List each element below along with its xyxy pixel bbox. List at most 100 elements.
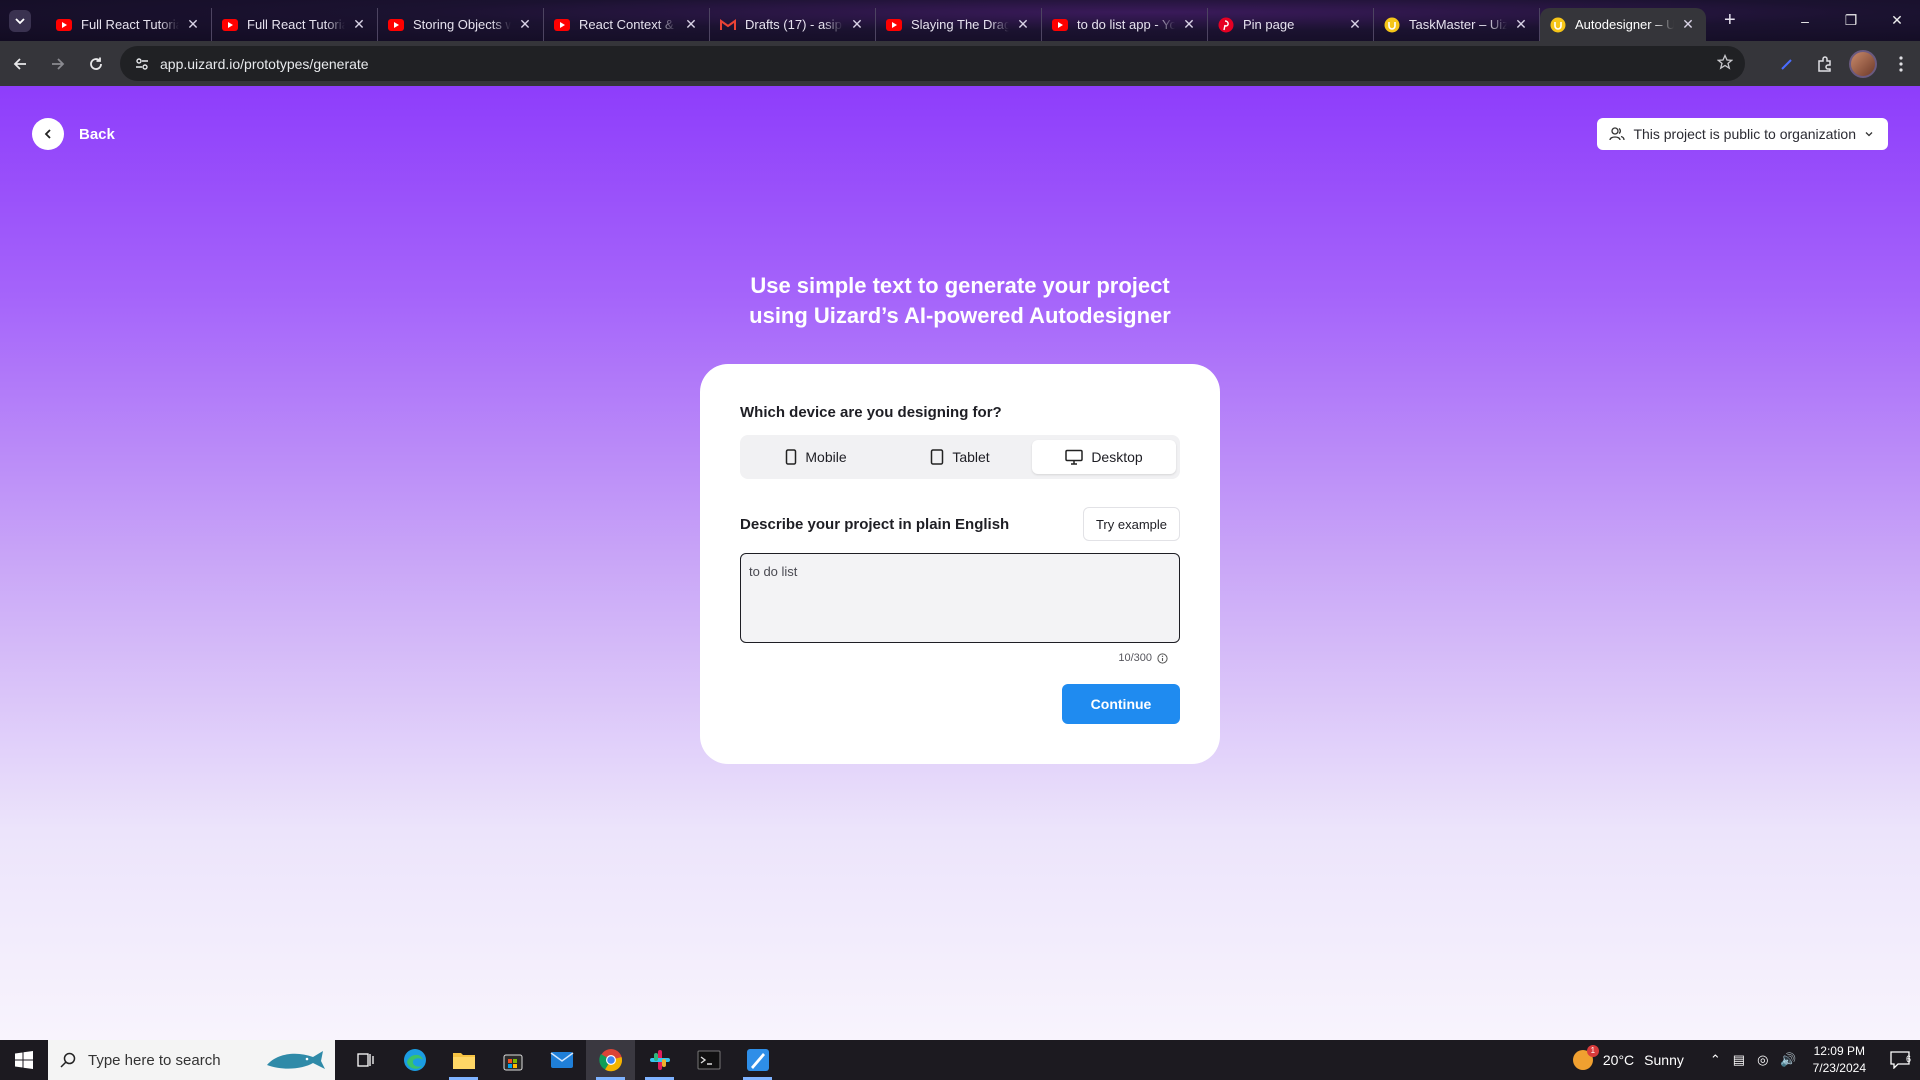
volume-icon[interactable]: 🔊 xyxy=(1780,1052,1796,1068)
notification-count: 6 xyxy=(1905,1054,1911,1064)
taskbar-search[interactable]: Type here to search xyxy=(48,1040,335,1080)
network-icon[interactable]: ◎ xyxy=(1757,1052,1768,1068)
notification-center-button[interactable]: 6 xyxy=(1880,1051,1920,1069)
tray-icons: ⌃ ▤ ◎ 🔊 xyxy=(1710,1052,1797,1068)
tab-title: Drafts (17) - asiph xyxy=(745,17,843,32)
info-icon[interactable] xyxy=(1157,652,1168,664)
taskbar-store[interactable] xyxy=(488,1040,537,1080)
tab-close-icon[interactable]: ✕ xyxy=(1347,16,1363,33)
browser-tab[interactable]: Full React Tutorial ✕ xyxy=(212,8,378,41)
taskbar-slack[interactable] xyxy=(635,1040,684,1080)
tab-title: Full React Tutorial xyxy=(81,17,179,32)
tab-search-button[interactable] xyxy=(9,9,31,32)
tab-close-icon[interactable]: ✕ xyxy=(683,16,699,33)
url-text[interactable]: app.uizard.io/prototypes/generate xyxy=(160,56,369,72)
browser-tab[interactable]: Full React Tutorial ✕ xyxy=(46,8,212,41)
device-option-mobile[interactable]: Mobile xyxy=(744,440,888,474)
address-bar[interactable]: app.uizard.io/prototypes/generate xyxy=(120,46,1745,81)
chevron-left-icon xyxy=(32,118,64,150)
profile-avatar[interactable] xyxy=(1844,49,1882,78)
pen-extension-icon[interactable] xyxy=(1768,57,1806,71)
taskbar-edge[interactable] xyxy=(390,1040,439,1080)
project-visibility-dropdown[interactable]: This project is public to organization xyxy=(1597,118,1888,150)
tab-close-icon[interactable]: ✕ xyxy=(517,16,533,33)
site-info-icon[interactable] xyxy=(124,57,160,71)
taskbar-clock[interactable]: 12:09 PM 7/23/2024 xyxy=(1813,1043,1866,1077)
new-tab-button[interactable]: + xyxy=(1724,9,1736,32)
browser-tab[interactable]: TaskMaster – Uiza ✕ xyxy=(1374,8,1540,41)
tab-close-icon[interactable]: ✕ xyxy=(1680,16,1696,33)
toolbar-right xyxy=(1768,41,1920,86)
minimize-icon[interactable]: – xyxy=(1782,13,1828,29)
reload-button[interactable] xyxy=(78,46,114,82)
tab-close-icon[interactable]: ✕ xyxy=(351,16,367,33)
tab-close-icon[interactable]: ✕ xyxy=(185,16,201,33)
whale-illustration-icon xyxy=(267,1051,325,1069)
youtube-icon xyxy=(554,17,570,33)
browser-tab[interactable]: Autodesigner – Ui ✕ xyxy=(1540,8,1706,41)
browser-tab-strip: Full React Tutorial ✕ Full React Tutorial ✕… xyxy=(0,0,1920,41)
youtube-icon xyxy=(56,17,72,33)
back-nav-button[interactable] xyxy=(2,46,38,82)
chevron-up-icon[interactable]: ⌃ xyxy=(1710,1052,1721,1068)
close-window-icon[interactable]: ✕ xyxy=(1874,12,1920,29)
bookmark-star-icon[interactable] xyxy=(1716,53,1734,73)
try-example-button[interactable]: Try example xyxy=(1082,507,1180,541)
tab-title: Pin page xyxy=(1243,17,1295,32)
taskbar-paint[interactable] xyxy=(733,1040,782,1080)
system-tray: 1 20°C Sunny ⌃ ▤ ◎ 🔊 12:09 PM 7/23/2024 … xyxy=(1572,1040,1920,1080)
taskbar-task-view[interactable] xyxy=(341,1040,390,1080)
windows-logo-icon xyxy=(15,1051,33,1069)
weather-widget[interactable]: 1 20°C Sunny xyxy=(1572,1045,1684,1070)
describe-label: Describe your project in plain English xyxy=(740,515,1010,533)
tab-title: Autodesigner – Ui xyxy=(1575,17,1674,32)
project-description-input[interactable]: to do list xyxy=(740,553,1180,643)
tab-close-icon[interactable]: ✕ xyxy=(1513,16,1529,33)
browser-tab[interactable]: Storing Objects w ✕ xyxy=(378,8,544,41)
char-counter-text: 10/300 xyxy=(1118,652,1152,664)
device-option-tablet[interactable]: Tablet xyxy=(888,440,1032,474)
device-selector: Mobile Tablet Desktop xyxy=(740,435,1180,479)
tab-title: to do list app - Yo xyxy=(1077,17,1175,32)
device-option-label: Mobile xyxy=(805,449,847,465)
forward-nav-button[interactable] xyxy=(40,46,76,82)
start-button[interactable] xyxy=(0,1040,48,1080)
browser-tab[interactable]: Slaying The Drago ✕ xyxy=(876,8,1042,41)
tab-title: TaskMaster – Uiza xyxy=(1409,17,1507,32)
taskbar-chrome[interactable] xyxy=(586,1040,635,1080)
weather-badge: 1 xyxy=(1586,1045,1599,1057)
reload-icon xyxy=(90,57,102,70)
taskbar-apps xyxy=(341,1040,782,1080)
back-label: Back xyxy=(79,125,115,143)
paint-icon xyxy=(746,1049,769,1071)
folder-icon xyxy=(452,1053,475,1069)
device-option-label: Tablet xyxy=(952,449,990,465)
extensions-puzzle-icon[interactable] xyxy=(1806,55,1844,73)
taskbar-mail[interactable] xyxy=(537,1040,586,1080)
terminal-icon xyxy=(697,1050,720,1070)
browser-menu-icon[interactable] xyxy=(1882,55,1920,72)
task-view-icon xyxy=(356,1053,374,1067)
mobile-icon xyxy=(786,449,797,465)
chrome-icon xyxy=(598,1049,622,1072)
browser-tab[interactable]: to do list app - Yo ✕ xyxy=(1042,8,1208,41)
tab-close-icon[interactable]: ✕ xyxy=(1015,16,1031,33)
back-button[interactable]: Back xyxy=(32,118,115,150)
tab-close-icon[interactable]: ✕ xyxy=(1181,16,1197,33)
youtube-icon xyxy=(1052,17,1068,33)
browser-tab[interactable]: Pin page ✕ xyxy=(1208,8,1374,41)
taskbar-file-explorer[interactable] xyxy=(439,1040,488,1080)
gmail-icon xyxy=(720,17,736,33)
browser-tab[interactable]: Drafts (17) - asiph ✕ xyxy=(710,8,876,41)
browser-tab[interactable]: React Context & H ✕ xyxy=(544,8,710,41)
arrow-left-icon xyxy=(13,57,26,70)
device-option-desktop[interactable]: Desktop xyxy=(1032,440,1176,474)
chevron-down-icon xyxy=(1865,132,1873,137)
store-icon xyxy=(503,1054,522,1071)
tab-close-icon[interactable]: ✕ xyxy=(849,16,865,33)
continue-button[interactable]: Continue xyxy=(1062,684,1180,724)
tablet-icon xyxy=(931,449,944,465)
restore-icon[interactable]: ❐ xyxy=(1828,12,1874,29)
meet-now-icon[interactable]: ▤ xyxy=(1733,1052,1745,1068)
taskbar-terminal[interactable] xyxy=(684,1040,733,1080)
